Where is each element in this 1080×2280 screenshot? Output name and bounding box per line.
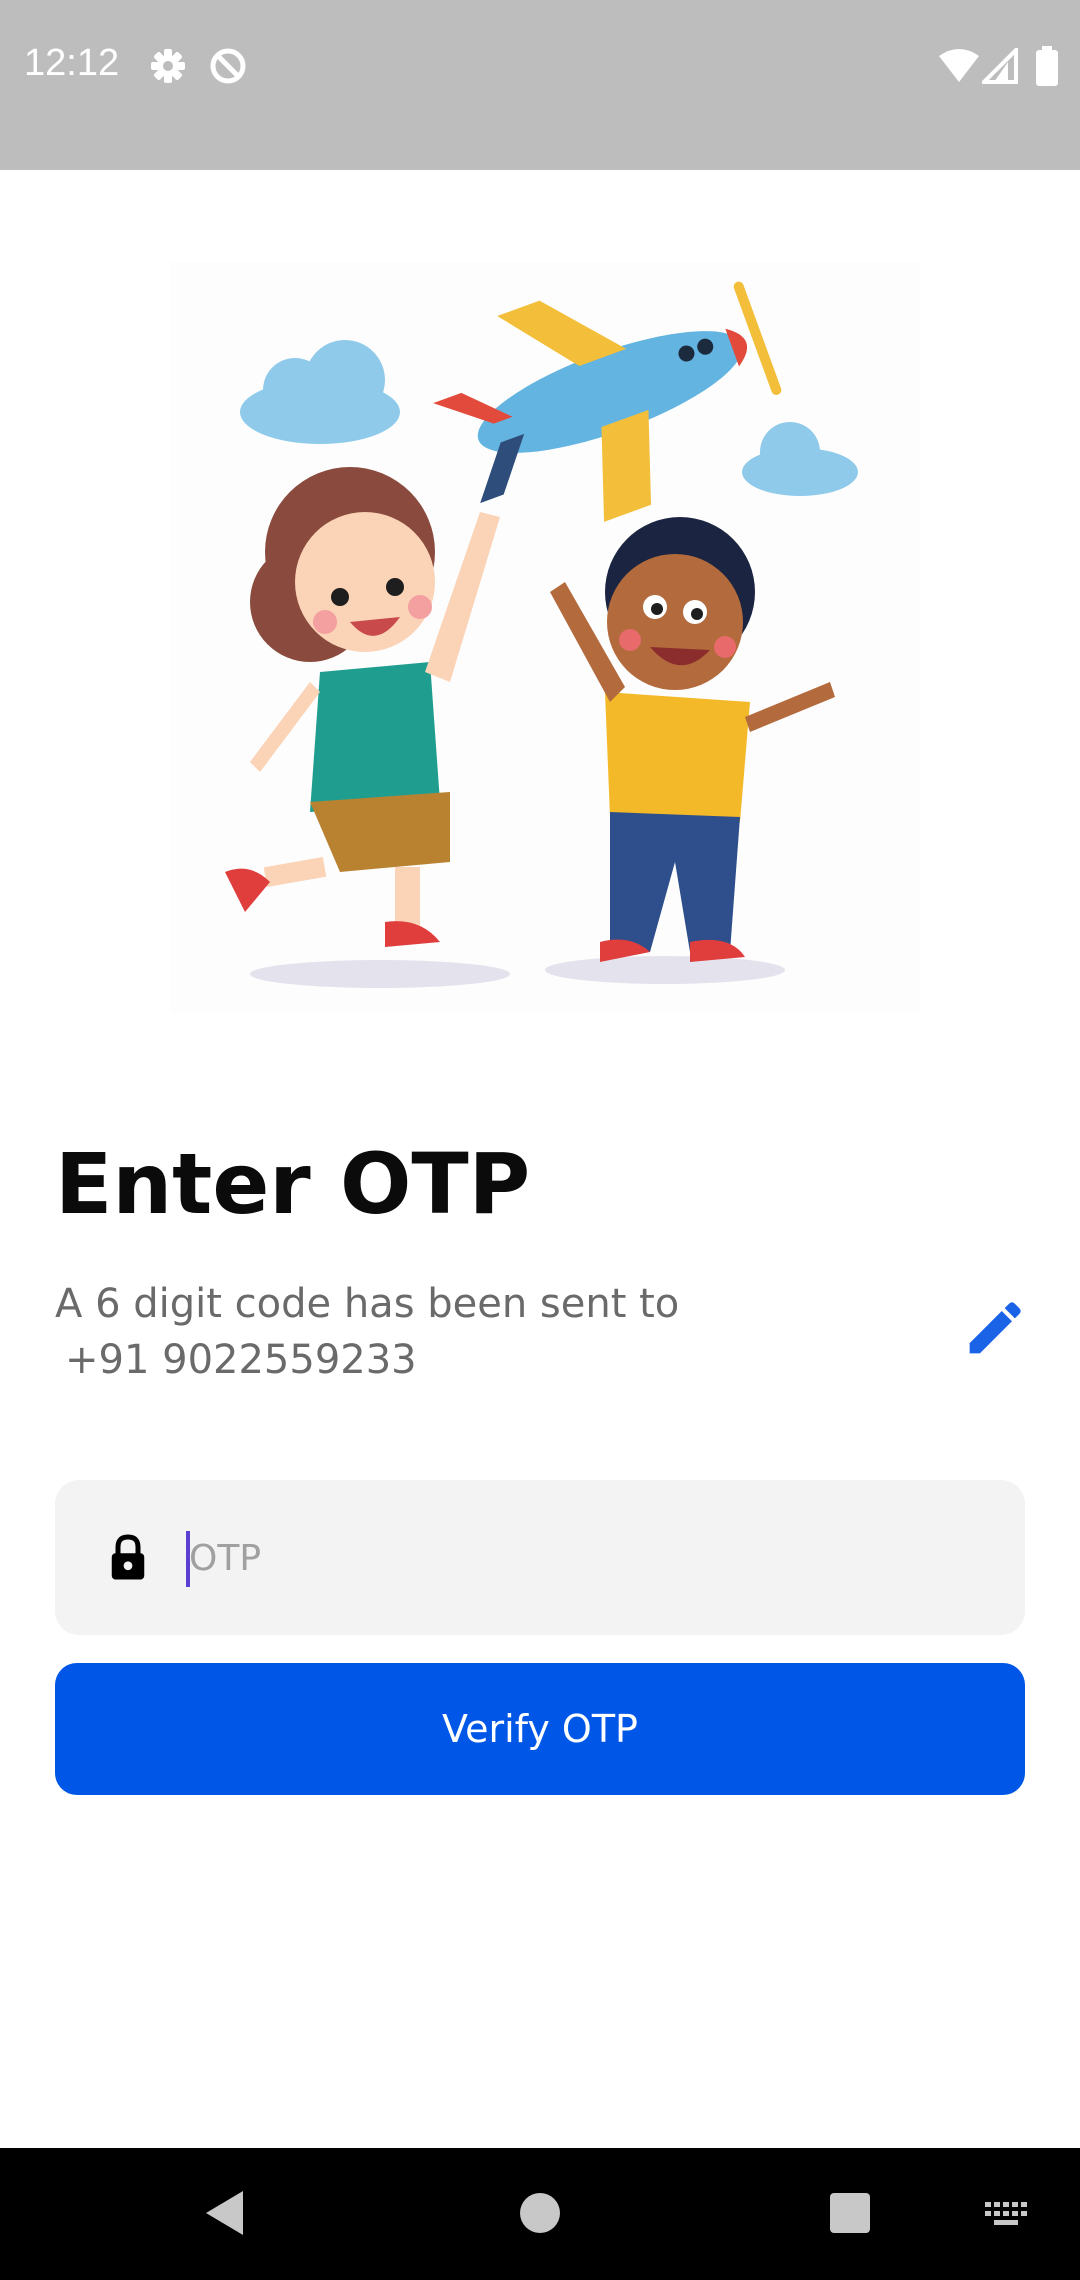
battery-icon bbox=[1036, 46, 1058, 86]
data-saver-icon bbox=[210, 48, 246, 84]
otp-sent-message: A 6 digit code has been sent to +91 9022… bbox=[55, 1276, 679, 1388]
navigation-bar bbox=[0, 2148, 1080, 2280]
otp-input[interactable] bbox=[189, 1520, 969, 1596]
pencil-icon bbox=[969, 1302, 1021, 1354]
gear-icon bbox=[151, 49, 185, 83]
wifi-icon bbox=[939, 49, 979, 82]
lock-icon bbox=[111, 1534, 145, 1580]
keyboard-icon[interactable] bbox=[985, 2202, 1029, 2228]
otp-field[interactable] bbox=[55, 1480, 1025, 1635]
phone-number: +91 9022559233 bbox=[65, 1337, 417, 1383]
status-time: 12:12 bbox=[24, 42, 120, 84]
back-icon[interactable] bbox=[203, 2188, 247, 2238]
signal-icon bbox=[982, 48, 1018, 84]
status-bar: 12:12 bbox=[0, 0, 1080, 170]
kids-with-airplane-illustration bbox=[170, 262, 920, 1012]
verify-otp-button[interactable]: Verify OTP bbox=[55, 1663, 1025, 1795]
edit-phone-button[interactable] bbox=[958, 1295, 1028, 1365]
subtitle-text: A 6 digit code has been sent to bbox=[55, 1281, 680, 1327]
recents-icon[interactable] bbox=[829, 2192, 871, 2234]
page-title: Enter OTP bbox=[55, 1135, 531, 1233]
home-icon[interactable] bbox=[518, 2191, 562, 2235]
